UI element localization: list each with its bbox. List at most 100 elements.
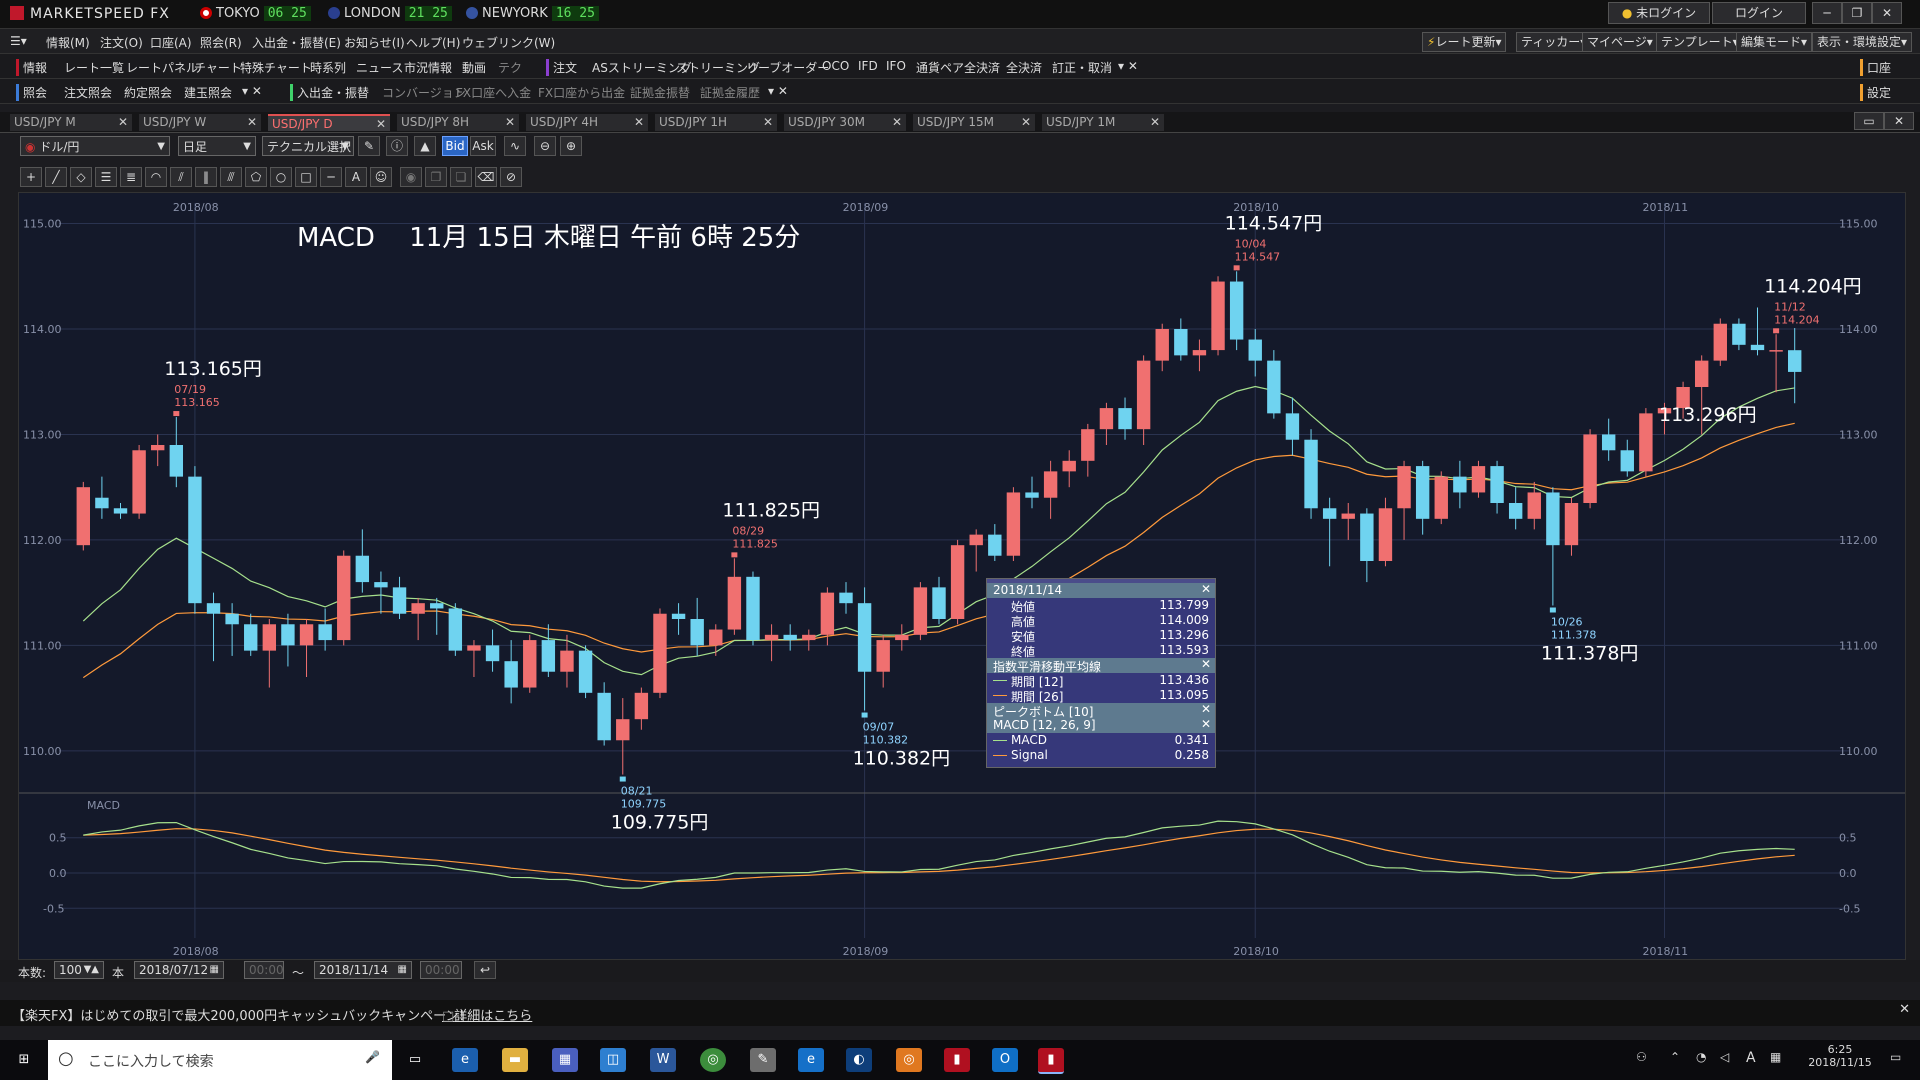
toolbar-margin-history[interactable]: 証拠金履歴 xyxy=(700,84,760,101)
channel-icon[interactable]: ⫻ xyxy=(220,167,242,187)
from-time-field[interactable]: 00:00 xyxy=(244,961,284,979)
reload-icon[interactable]: ↩ xyxy=(474,961,496,979)
zoom-in-icon[interactable]: ⊕ xyxy=(560,136,582,156)
toolbar-leave-order[interactable]: リーブオーダー xyxy=(746,59,829,76)
toolbar-ifo[interactable]: IFO xyxy=(886,59,906,73)
menu-inquiry[interactable]: 照会(R) xyxy=(200,34,242,51)
notification-icon[interactable]: ▭ xyxy=(1890,1050,1901,1064)
close-icon[interactable]: ✕ xyxy=(505,114,515,131)
toolbar-more-icon[interactable]: ▾ ✕ xyxy=(1118,59,1138,73)
chart-type-icon[interactable]: ▲ xyxy=(414,136,436,156)
toolbar-order-inquiry[interactable]: 注文照会 xyxy=(64,84,112,101)
to-time-field[interactable]: 00:00 xyxy=(420,961,462,979)
tab-usdjpy-8h[interactable]: USD/JPY 8H ✕ xyxy=(397,114,519,131)
candlestick-chart[interactable]: 115.00 115.00 114.00 114.00 113.00 113.00 112.… xyxy=(19,193,1905,959)
banner-link[interactable]: □詳細はこちら xyxy=(442,1005,532,1024)
marketspeed-active-icon[interactable]: ▮ xyxy=(1038,1048,1064,1074)
close-icon[interactable]: ✕ xyxy=(1150,114,1160,131)
toolbar-ifd[interactable]: IFD xyxy=(858,59,878,73)
toolbar-deposit[interactable]: FX口座へ入金 xyxy=(456,84,531,101)
app-icon[interactable]: ◫ xyxy=(600,1048,626,1072)
toolbar-chart[interactable]: チャート xyxy=(194,59,242,76)
trendline-icon[interactable]: ╱ xyxy=(45,167,67,187)
toolbar-modify-cancel[interactable]: 訂正・取消 xyxy=(1052,59,1112,76)
technical-select[interactable]: テクニカル選択 ▼ xyxy=(262,136,354,156)
toolbar-withdraw[interactable]: FX口座から出金 xyxy=(538,84,625,101)
tab-usdjpy-30m[interactable]: USD/JPY 30M ✕ xyxy=(784,114,906,131)
toolbar-special-chart[interactable]: 特殊チャート xyxy=(240,59,312,76)
display-settings-button[interactable]: 表示・環境設定▾ xyxy=(1812,32,1913,52)
tab-usdjpy-d[interactable]: USD/JPY D ✕ xyxy=(268,114,390,131)
maximize-button[interactable]: ❐ xyxy=(1842,2,1872,24)
toolbar-timeseries[interactable]: 時系列 xyxy=(310,59,346,76)
eraser-icon[interactable]: ◇ xyxy=(70,167,92,187)
network-icon[interactable]: ◔ xyxy=(1696,1050,1706,1064)
tab-usdjpy-w[interactable]: USD/JPY W ✕ xyxy=(139,114,261,131)
ime-indicator[interactable]: A xyxy=(1746,1050,1756,1066)
toolbar-video[interactable]: 動画 xyxy=(462,59,486,76)
toolbar-all-settle[interactable]: 全決済 xyxy=(1006,59,1042,76)
people-icon[interactable]: ⚇ xyxy=(1636,1050,1647,1064)
close-icon[interactable]: ✕ xyxy=(1201,702,1211,716)
close-icon[interactable]: ✕ xyxy=(1201,717,1211,731)
icon-tool-icon[interactable]: ☺ xyxy=(370,167,392,187)
count-select[interactable]: 100 ▼▲ xyxy=(54,961,104,979)
toolbar-tech[interactable]: テク xyxy=(498,59,522,76)
chevron-up-icon[interactable]: ⌃ xyxy=(1670,1050,1680,1064)
horizontal-lines-icon[interactable]: ☰ xyxy=(95,167,117,187)
toolbar-pair-settle[interactable]: 通貨ペア全決済 xyxy=(916,59,1000,76)
menu-news[interactable]: お知らせ(I) xyxy=(344,34,405,51)
close-icon[interactable]: ✕ xyxy=(892,114,902,131)
arc-icon[interactable]: ◠ xyxy=(145,167,167,187)
indicator-icon[interactable]: ∿ xyxy=(504,136,526,156)
to-date-field[interactable]: 2018/11/14 ▦ xyxy=(314,961,412,979)
marketspeed-icon[interactable]: ▮ xyxy=(944,1048,970,1072)
menu-weblink[interactable]: ウェブリンク(W) xyxy=(462,34,555,51)
close-icon[interactable]: ✕ xyxy=(634,114,644,131)
paint-icon[interactable]: ✎ xyxy=(750,1048,776,1072)
close-icon[interactable]: ✕ xyxy=(1201,657,1211,671)
menu-account[interactable]: 口座(A) xyxy=(150,34,192,51)
outlook-icon[interactable]: O xyxy=(992,1048,1018,1072)
menu-help[interactable]: ヘルプ(H) xyxy=(406,34,460,51)
app-icon-2[interactable]: ◐ xyxy=(846,1048,872,1072)
folder-icon[interactable]: ▬ xyxy=(502,1048,528,1072)
toolbar-market[interactable]: 市況情報 xyxy=(404,59,452,76)
minimize-button[interactable]: ─ xyxy=(1812,2,1842,24)
tab-usdjpy-15m[interactable]: USD/JPY 15M ✕ xyxy=(913,114,1035,131)
chart-area[interactable]: 115.00 115.00 114.00 114.00 113.00 113.00 112.… xyxy=(18,192,1906,960)
paste-icon[interactable]: ❏ xyxy=(450,167,472,187)
close-icon[interactable]: ✕ xyxy=(247,114,257,131)
toolbar-position-inquiry[interactable]: 建玉照会 xyxy=(184,84,232,101)
fibonacci-icon[interactable]: ≣ xyxy=(120,167,142,187)
menu-icon[interactable]: ☰▾ xyxy=(10,34,27,48)
ask-button[interactable]: Ask xyxy=(470,136,496,156)
toolbar-rate-panel[interactable]: レートパネル xyxy=(126,59,198,76)
mypage-button[interactable]: マイページ▾ xyxy=(1582,32,1658,52)
toolbar-more-icon-3[interactable]: ▾ ✕ xyxy=(768,84,788,98)
menu-deposit[interactable]: 入出金・振替(E) xyxy=(252,34,341,51)
vertical-lines-icon[interactable]: ‖ xyxy=(195,167,217,187)
close-icon[interactable]: ✕ xyxy=(763,114,773,131)
fan-icon[interactable]: ⫽ xyxy=(170,167,192,187)
toolbar-exec-inquiry[interactable]: 約定照会 xyxy=(124,84,172,101)
microphone-icon[interactable]: 🎤 xyxy=(365,1050,380,1064)
hline-icon[interactable]: ─ xyxy=(320,167,342,187)
close-icon[interactable]: ✕ xyxy=(1021,114,1031,131)
circle-icon[interactable]: ○ xyxy=(270,167,292,187)
ticker-button[interactable]: ティッカー▾ xyxy=(1516,32,1592,52)
windows-start-icon[interactable]: ⊞ xyxy=(10,1048,38,1072)
tab-usdjpy-1m[interactable]: USD/JPY 1M ✕ xyxy=(1042,114,1164,131)
delete-drawing-icon[interactable]: ⌫ xyxy=(475,167,497,187)
period-select[interactable]: 日足 ▼ xyxy=(178,136,256,156)
word-icon[interactable]: W xyxy=(650,1048,676,1072)
toolbar-margin-transfer[interactable]: 証拠金振替 xyxy=(630,84,690,101)
bid-button[interactable]: Bid xyxy=(442,136,468,156)
close-icon[interactable]: ✕ xyxy=(1201,582,1211,596)
calculator-icon[interactable]: ▦ xyxy=(552,1048,578,1072)
chrome-icon[interactable]: ◎ xyxy=(700,1048,726,1072)
volume-icon[interactable]: ◁ xyxy=(1720,1050,1729,1064)
toolbar-news[interactable]: ニュース xyxy=(356,59,403,76)
toolbar-conversion[interactable]: コンバージョン xyxy=(382,84,466,101)
ohlc-info-box[interactable]: 2018/11/14 ✕ 始値 113.799 高値 114.009 安値 113.29… xyxy=(986,578,1216,768)
